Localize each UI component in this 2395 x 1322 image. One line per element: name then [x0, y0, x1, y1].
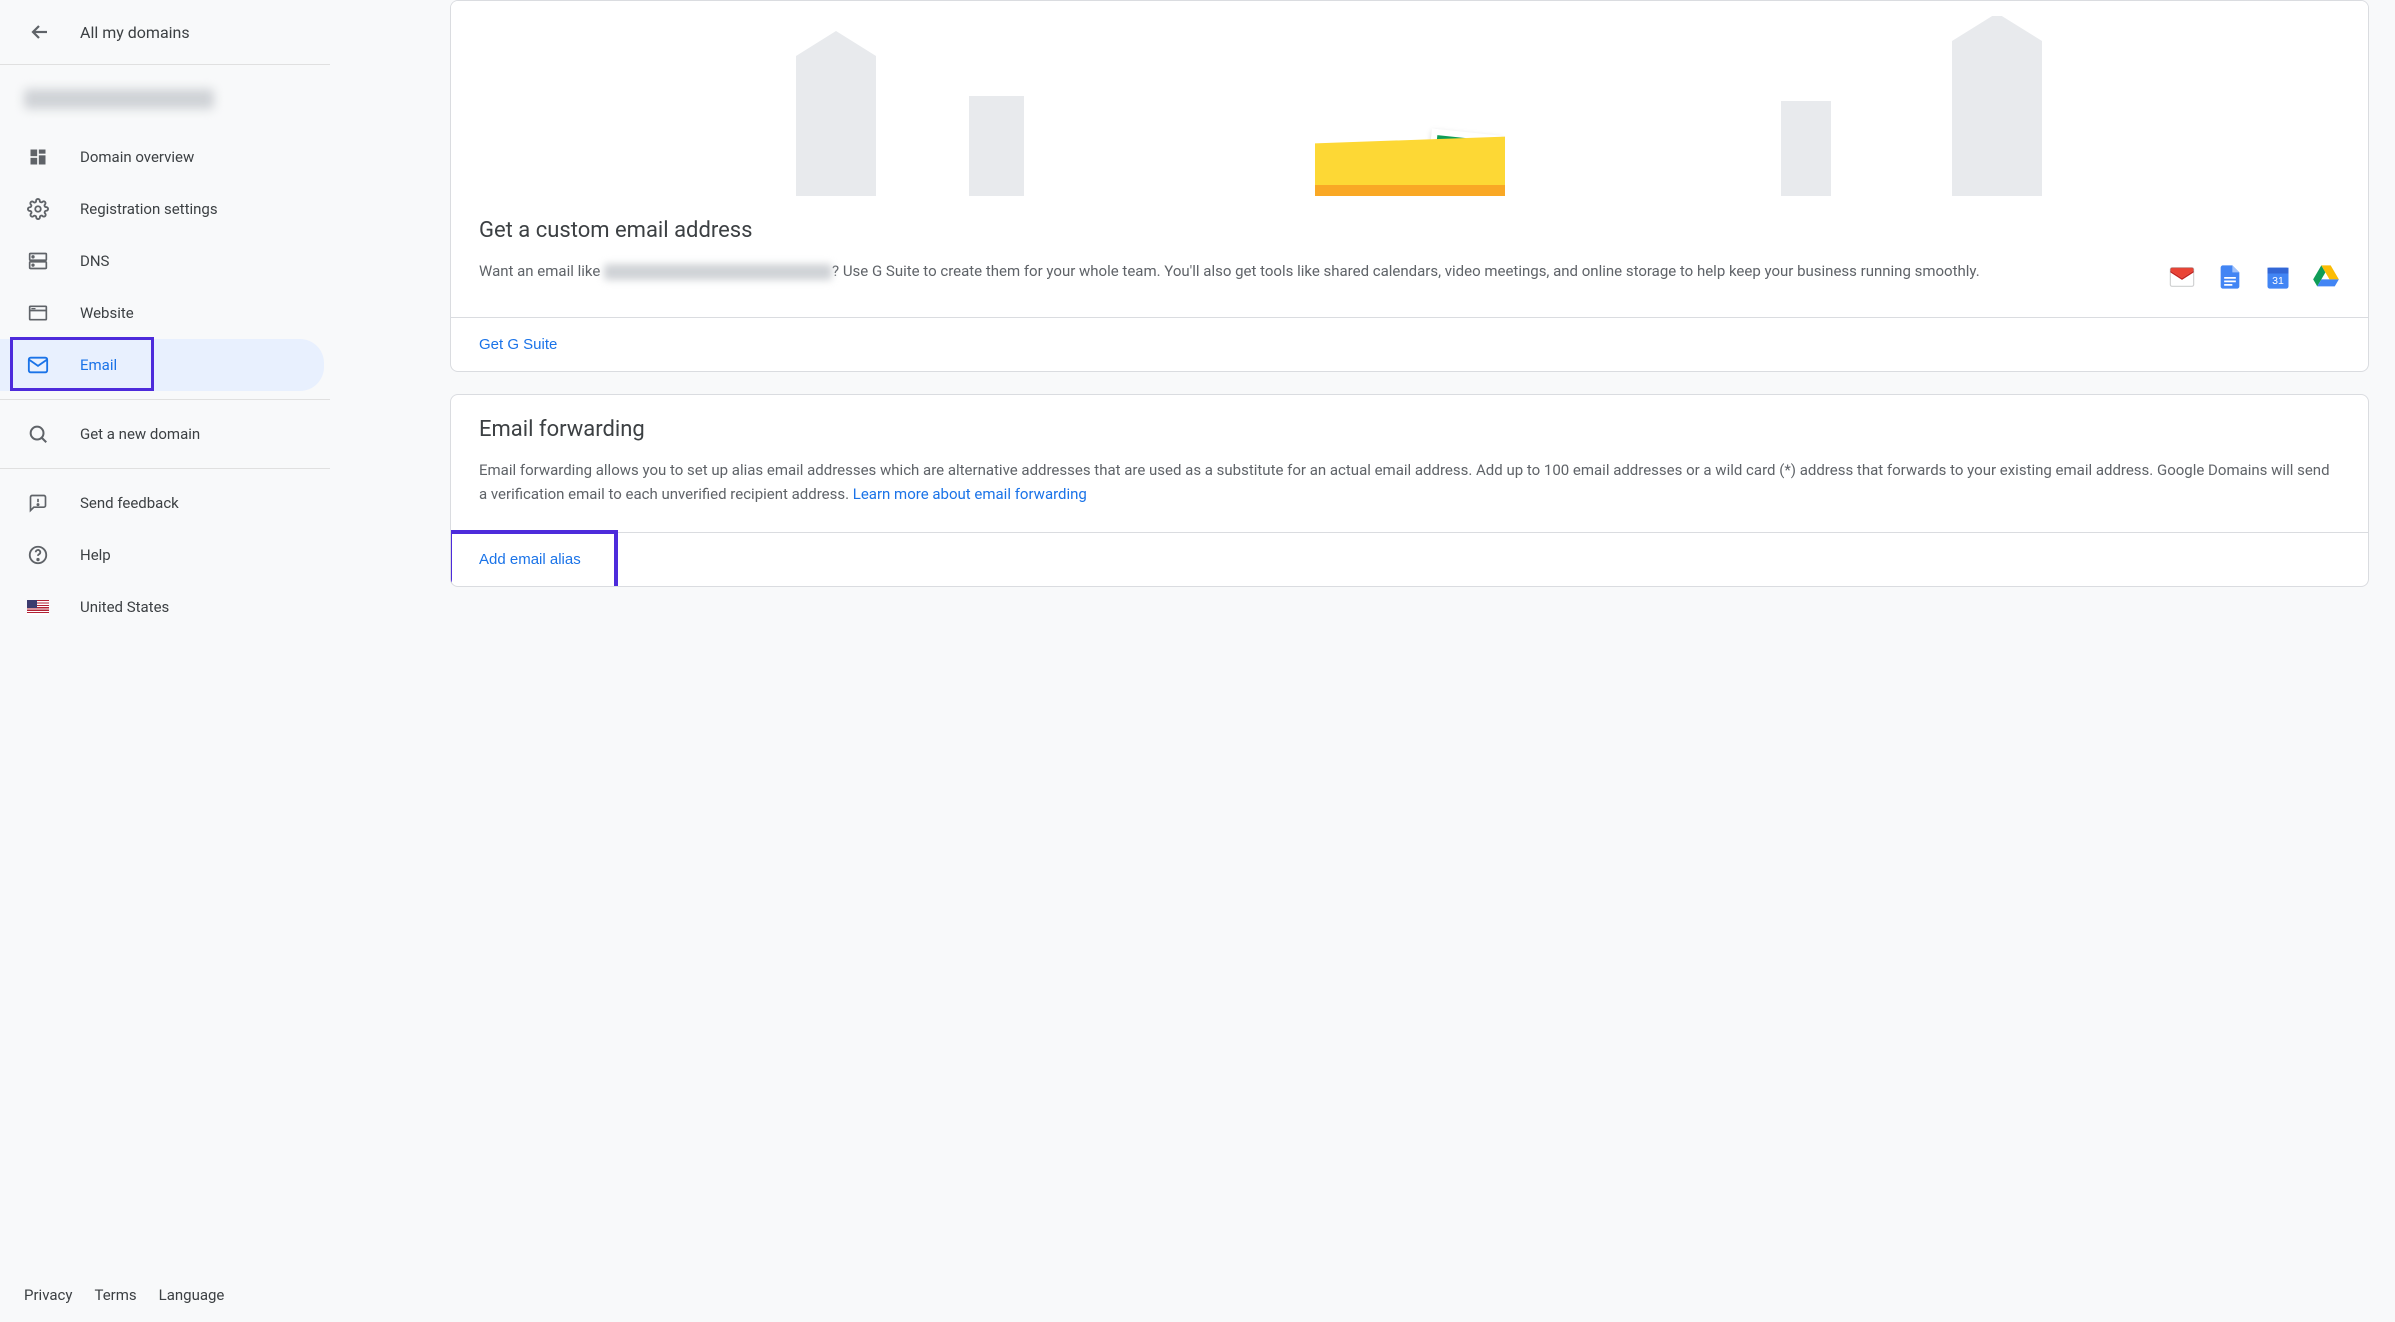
gear-icon	[26, 197, 50, 221]
get-gsuite-button[interactable]: Get G Suite	[479, 336, 557, 353]
search-icon	[26, 422, 50, 446]
nav-list-secondary: Get a new domain	[0, 404, 330, 464]
nav-item-registration-settings[interactable]: Registration settings	[0, 183, 324, 235]
sidebar-footer: Privacy Terms Language	[0, 1272, 330, 1322]
footer-privacy-link[interactable]: Privacy	[24, 1286, 72, 1304]
nav-label: Website	[80, 304, 134, 322]
sidebar-title: All my domains	[80, 23, 190, 42]
add-email-alias-button[interactable]: Add email alias	[479, 551, 581, 568]
custom-email-action-row: Get G Suite	[451, 317, 2368, 371]
nav-item-email[interactable]: Email	[0, 339, 324, 391]
nav-label: Help	[80, 546, 111, 564]
nav-item-help[interactable]: Help	[0, 529, 324, 581]
footer-terms-link[interactable]: Terms	[94, 1286, 136, 1304]
nav-label: Get a new domain	[80, 425, 200, 443]
nav-item-domain-overview[interactable]: Domain overview	[0, 131, 324, 183]
hero-illustration	[451, 1, 2368, 196]
svg-text:31: 31	[2272, 275, 2284, 287]
forwarding-text: Email forwarding allows you to set up al…	[479, 458, 2340, 506]
nav-label: Email	[80, 356, 117, 374]
nav-label: Domain overview	[80, 148, 194, 166]
calendar-icon: 31	[2264, 263, 2292, 291]
docs-icon	[2216, 263, 2244, 291]
main-content: Get a custom email address Want an email…	[330, 0, 2395, 1322]
server-icon	[26, 249, 50, 273]
redacted-email-example	[604, 264, 832, 280]
dashboard-icon	[26, 145, 50, 169]
nav-item-send-feedback[interactable]: Send feedback	[0, 477, 324, 529]
redacted-domain-name	[24, 89, 214, 109]
nav-item-dns[interactable]: DNS	[0, 235, 324, 287]
us-flag-icon	[26, 595, 50, 619]
nav-item-get-new-domain[interactable]: Get a new domain	[0, 408, 324, 460]
sidebar-header: All my domains	[0, 0, 330, 65]
text-prefix: Want an email like	[479, 262, 604, 280]
forwarding-action-row: Add email alias	[451, 532, 2368, 586]
website-icon	[26, 301, 50, 325]
email-icon	[26, 353, 50, 377]
gsuite-icons: 31	[2168, 259, 2340, 291]
custom-email-card: Get a custom email address Want an email…	[450, 0, 2369, 372]
nav-label: Send feedback	[80, 494, 179, 512]
nav-label: DNS	[80, 252, 109, 270]
footer-language-link[interactable]: Language	[159, 1286, 225, 1304]
help-icon	[26, 543, 50, 567]
divider	[0, 468, 330, 469]
nav-label: Registration settings	[80, 200, 218, 218]
text-suffix: ? Use G Suite to create them for your wh…	[832, 262, 1980, 280]
nav-item-country[interactable]: United States	[0, 581, 324, 633]
learn-more-link[interactable]: Learn more about email forwarding	[853, 485, 1087, 503]
nav-item-website[interactable]: Website	[0, 287, 324, 339]
email-forwarding-card: Email forwarding Email forwarding allows…	[450, 394, 2369, 587]
forwarding-title: Email forwarding	[479, 417, 2340, 442]
custom-email-text: Want an email like ? Use G Suite to crea…	[479, 259, 2148, 283]
forwarding-body-text: Email forwarding allows you to set up al…	[479, 461, 2330, 503]
divider	[0, 399, 330, 400]
back-arrow-icon[interactable]	[28, 20, 52, 44]
feedback-icon	[26, 491, 50, 515]
sidebar: All my domains Domain overview Registrat…	[0, 0, 330, 1322]
nav-list-tertiary: Send feedback Help United States	[0, 473, 330, 637]
nav-label: United States	[80, 598, 169, 616]
gmail-icon	[2168, 263, 2196, 291]
drive-icon	[2312, 263, 2340, 291]
custom-email-title: Get a custom email address	[479, 218, 2340, 243]
nav-list: Domain overview Registration settings DN…	[0, 127, 330, 395]
